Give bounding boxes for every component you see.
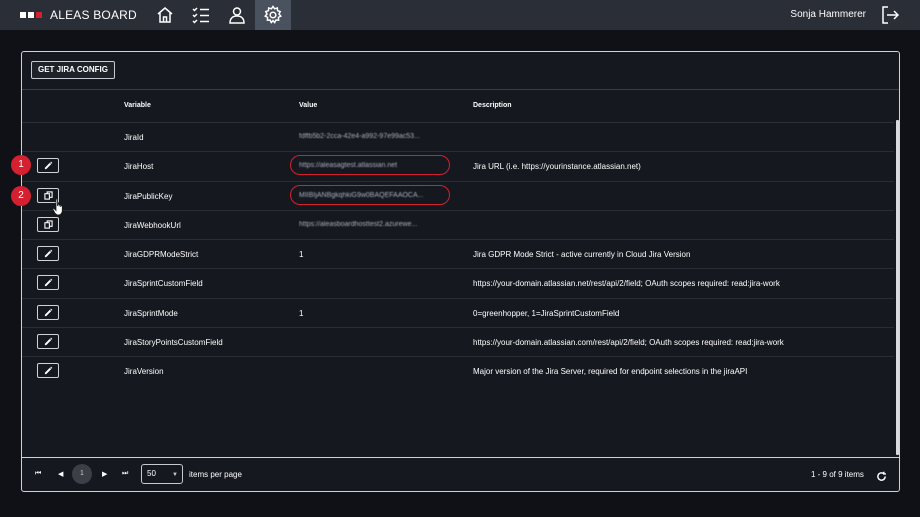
table-row-jirasprintmode: JiraSprintMode 1 0=greenhopper, 1=JiraSp… [22, 299, 894, 329]
cell-value: fdffb5b2-2cca-42e4-a992-97e99ac53... [299, 133, 420, 140]
items-per-page-label: items per page [189, 470, 242, 479]
edit-button[interactable] [37, 363, 59, 379]
table-row-jiraversion: JiraVersion Major version of the Jira Se… [22, 357, 894, 386]
cell-value: 1 [299, 250, 304, 260]
cell-variable: JiraVersion [124, 367, 164, 377]
copy-icon [43, 220, 53, 229]
first-page-icon[interactable]: ⏮ [35, 470, 41, 478]
cell-variable: JiraSprintCustomField [124, 279, 203, 289]
header-variable: Variable [124, 102, 151, 109]
logout-icon [882, 6, 900, 24]
cell-variable: JiraId [124, 133, 144, 142]
brand-name: ALEAS BOARD [50, 8, 137, 22]
cell-value: 1 [299, 308, 304, 318]
cell-description: Jira GDPR Mode Strict - active currently… [473, 250, 691, 260]
edit-button[interactable] [37, 334, 59, 350]
header-value: Value [299, 102, 318, 109]
edit-button[interactable] [37, 246, 59, 262]
edit-icon [44, 337, 52, 346]
table-row-jiragdprmodestrict: JiraGDPRModeStrict 1 Jira GDPR Mode Stri… [22, 240, 894, 270]
table-row-jiraid: JiraId fdffb5b2-2cca-42e4-a992-97e99ac53… [22, 123, 894, 153]
nav-tasks[interactable] [183, 0, 219, 30]
step-marker-1: 1 [11, 155, 31, 175]
cell-value: https://aleasagtest.atlassian.net [299, 162, 398, 170]
refresh-icon [877, 471, 886, 481]
edit-icon [44, 161, 52, 170]
edit-icon [44, 308, 52, 316]
cell-variable: JiraStoryPointsCustomField [124, 338, 223, 348]
top-bar: ALEAS BOARD Sonja Hammerer [0, 0, 920, 30]
pagination-bar: ⏮ ◀ 1 ▶ ⏭ 50 ▼ items per page 1 - 9 of 9… [22, 457, 899, 491]
edit-icon [44, 249, 52, 258]
table-row-jirasprintcustomfield: JiraSprintCustomField https://your-domai… [22, 269, 894, 299]
get-jira-config-button[interactable]: GET JIRA CONFIG [31, 61, 115, 79]
next-page-icon[interactable]: ▶ [102, 470, 107, 478]
table-row-jirastorypointscustomfield: JiraStoryPointsCustomField https://your-… [22, 328, 894, 358]
table-row-jirawebhookurl: JiraWebhookUrl https://aleasboardhosttes… [22, 211, 894, 241]
last-page-icon[interactable]: ⏭ [122, 470, 128, 478]
table-header: Variable Value Description [22, 90, 894, 123]
cell-value: https://aleasboardhosttest2.azurewe... [299, 220, 418, 228]
edit-icon [44, 367, 52, 375]
main-nav [147, 0, 291, 30]
item-count: 1 - 9 of 9 items [811, 470, 864, 479]
cell-description: Jira URL (i.e. https://yourinstance.atla… [473, 162, 641, 172]
table-row-jirapublickey: MIIBIjANBgkqhkiG9w0BAQEFAAOCA... JiraPub… [22, 182, 894, 211]
refresh-button[interactable] [876, 469, 887, 481]
table-row-jirahost: https://aleasagtest.atlassian.net JiraHo… [22, 152, 894, 182]
logo [20, 12, 42, 18]
step-marker-2: 2 [11, 186, 31, 206]
cell-value: MIIBIjANBgkqhkiG9w0BAQEFAAOCA... [299, 191, 424, 199]
cell-variable: JiraGDPRModeStrict [124, 250, 199, 260]
settings-icon [263, 5, 282, 24]
nav-profile[interactable] [219, 0, 255, 30]
edit-button[interactable] [37, 158, 59, 174]
nav-settings[interactable] [254, 0, 291, 30]
config-table: Variable Value Description JiraId fdffb5… [22, 90, 894, 387]
logout-button[interactable] [880, 5, 900, 25]
user-name: Sonja Hammerer [790, 9, 866, 20]
cell-variable: JiraHost [124, 162, 154, 172]
cell-variable: JiraSprintMode [124, 308, 178, 318]
current-page[interactable]: 1 [72, 464, 92, 484]
cell-variable: JiraWebhookUrl [124, 220, 181, 230]
config-panel: GET JIRA CONFIG Variable Value Descripti… [21, 51, 900, 492]
table-scrollbar[interactable] [896, 120, 899, 455]
header-description: Description [473, 102, 512, 109]
user-icon [229, 7, 245, 24]
cell-description: https://your-domain.atlassian.com/rest/a… [473, 338, 784, 348]
home-icon [157, 7, 173, 23]
chevron-down-icon: ▼ [172, 472, 178, 478]
prev-page-icon[interactable]: ◀ [58, 470, 63, 478]
cell-variable: JiraPublicKey [124, 191, 173, 201]
nav-home[interactable] [147, 0, 183, 30]
cell-description: https://your-domain.atlassian.net/rest/a… [473, 279, 780, 289]
items-per-page-select[interactable]: 50 ▼ [141, 464, 183, 484]
edit-button[interactable] [37, 304, 59, 320]
cell-description: 0=greenhopper, 1=JiraSprintCustomField [473, 308, 620, 318]
edit-icon [44, 279, 52, 287]
edit-button[interactable] [37, 275, 59, 291]
hand-cursor-icon [52, 198, 63, 216]
items-per-page-value: 50 [147, 469, 156, 478]
cell-description: Major version of the Jira Server, requir… [473, 367, 748, 377]
copy-button[interactable] [37, 216, 59, 232]
checklist-icon [192, 7, 209, 24]
